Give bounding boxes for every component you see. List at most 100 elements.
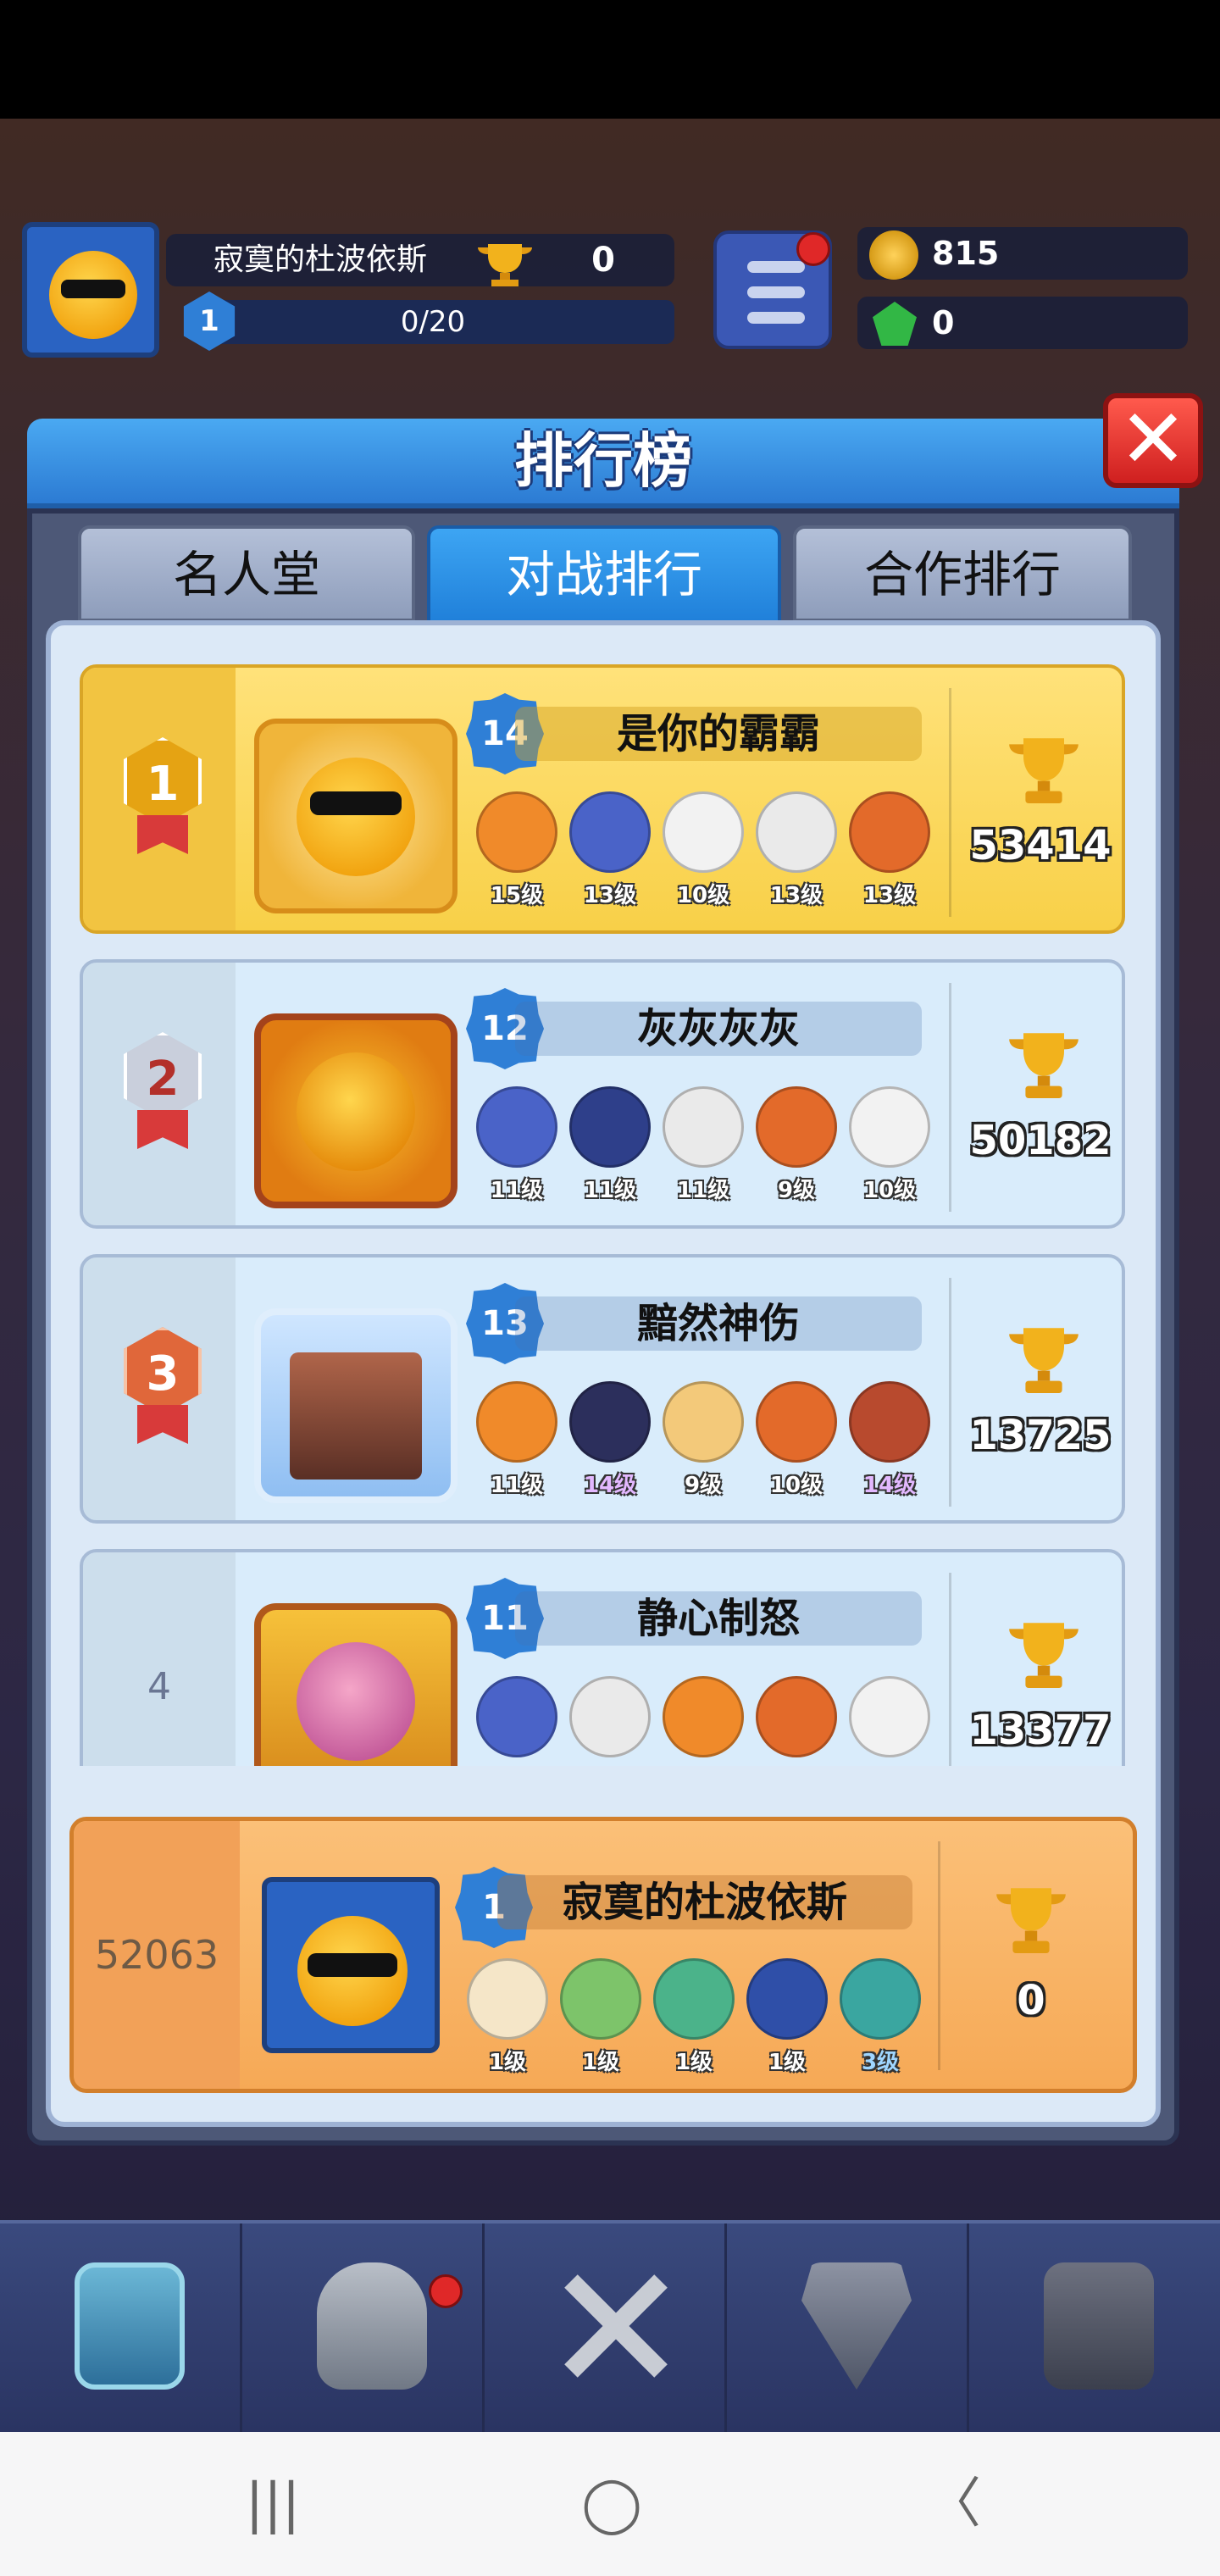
trophy-count: 13725 bbox=[969, 1412, 1112, 1459]
bottom-navigation bbox=[0, 2220, 1220, 2435]
nav-battle[interactable] bbox=[485, 2223, 727, 2435]
avatar[interactable] bbox=[246, 1569, 466, 1766]
hero-level: 10级 bbox=[676, 883, 730, 908]
player-trophy-count: 0 bbox=[591, 241, 615, 280]
avatar[interactable] bbox=[246, 685, 466, 922]
hero-portrait-icon bbox=[849, 1676, 930, 1757]
hero-slot: 14级 bbox=[846, 1381, 934, 1499]
coins-counter[interactable]: 815 bbox=[857, 227, 1188, 280]
player-name: 灰灰灰灰 bbox=[515, 1002, 922, 1056]
helmet-icon bbox=[317, 2262, 427, 2390]
divider bbox=[949, 688, 951, 917]
hero-level: 11级 bbox=[490, 1178, 544, 1203]
nav-heroes[interactable] bbox=[242, 2223, 485, 2435]
close-button[interactable]: ✕ bbox=[1103, 393, 1203, 488]
player-name-bar: 寂寞的杜波依斯 0 bbox=[166, 234, 674, 286]
leaderboard-row[interactable]: 1 14 是你的霸霸 15级 13级 10级 13级 13级 53414 bbox=[80, 664, 1125, 934]
hero-slot: 1级 bbox=[463, 1958, 552, 2076]
trophy-column: 0 bbox=[946, 1821, 1116, 2089]
trophy-column: 53414 bbox=[956, 668, 1125, 930]
tab-coop-ranking[interactable]: 合作排行 bbox=[793, 525, 1132, 622]
hero-portrait-icon bbox=[476, 1676, 557, 1757]
hero-slot: 9级 bbox=[752, 1086, 840, 1204]
hero-portrait-icon bbox=[569, 1086, 651, 1168]
hero-portrait-icon bbox=[569, 791, 651, 873]
my-name: 寂寞的杜波依斯 bbox=[497, 1875, 912, 1929]
hero-lineup: 11级 11级 11级 9级 10级 bbox=[473, 1086, 947, 1205]
hero-portrait-icon bbox=[663, 791, 744, 873]
trophy-icon bbox=[1009, 1623, 1079, 1688]
hero-level: 15级 bbox=[490, 883, 544, 908]
hero-level: 10级 bbox=[769, 1473, 824, 1498]
avatar[interactable] bbox=[246, 980, 466, 1217]
hero-slot: 11级 bbox=[566, 1086, 654, 1204]
coins-value: 815 bbox=[932, 235, 1000, 272]
leaderboard-row[interactable]: 2 12 灰灰灰灰 11级 11级 11级 9级 10级 50182 bbox=[80, 959, 1125, 1229]
leaderboard-title: 排行榜 bbox=[514, 426, 692, 496]
hero-slot: 13级 bbox=[846, 791, 934, 909]
hero-portrait-icon bbox=[746, 1958, 828, 2040]
divider bbox=[949, 983, 951, 1212]
hero-slot: 3级 bbox=[836, 1958, 924, 2076]
notification-dot bbox=[429, 2274, 463, 2308]
leaderboard-list[interactable]: 1 14 是你的霸霸 15级 13级 10级 13级 13级 53414 2 1… bbox=[80, 647, 1130, 1766]
gem-icon bbox=[873, 302, 917, 346]
hero-slot: 1级 bbox=[743, 1958, 831, 2076]
back-button[interactable]: 〈 bbox=[903, 2474, 1005, 2534]
hero-slot bbox=[566, 1676, 654, 1757]
hero-level: 11级 bbox=[490, 1473, 544, 1498]
recent-apps-button[interactable]: ||| bbox=[222, 2474, 324, 2534]
my-leaderboard-entry[interactable]: 52063 1 寂寞的杜波依斯 1级 1级 1级 1级 3级 0 bbox=[69, 1817, 1137, 2093]
notification-dot bbox=[796, 232, 830, 266]
leaderboard-row[interactable]: 4 11 静心制怒 13377 bbox=[80, 1549, 1125, 1766]
hero-level: 14级 bbox=[862, 1473, 917, 1498]
hero-slot: 11级 bbox=[473, 1086, 561, 1204]
hero-slot: 10级 bbox=[752, 1381, 840, 1499]
crown-shield-icon bbox=[801, 2262, 912, 2390]
hero-portrait-icon bbox=[840, 1958, 921, 2040]
bronze-medal-icon: 3 bbox=[114, 1327, 212, 1446]
gems-counter[interactable]: 0 bbox=[857, 297, 1188, 349]
hero-level: 9级 bbox=[777, 1178, 816, 1203]
trophy-column: 13377 bbox=[956, 1552, 1125, 1766]
my-avatar[interactable] bbox=[262, 1877, 440, 2053]
trophy-count: 50182 bbox=[969, 1117, 1112, 1164]
hero-level: 13级 bbox=[862, 883, 917, 908]
hero-slot: 14级 bbox=[566, 1381, 654, 1499]
sprout-icon bbox=[1044, 2262, 1154, 2390]
system-navigation-bar: ||| ◯ 〈 bbox=[0, 2432, 1220, 2576]
xp-bar: 0/20 bbox=[191, 300, 674, 344]
hero-lineup bbox=[473, 1676, 947, 1766]
hero-portrait-icon bbox=[756, 1676, 837, 1757]
divider bbox=[949, 1573, 951, 1766]
nav-garden[interactable] bbox=[969, 2223, 1212, 2435]
hero-slot: 1级 bbox=[650, 1958, 738, 2076]
hero-level: 13级 bbox=[769, 883, 824, 908]
hero-slot: 11级 bbox=[473, 1381, 561, 1499]
leaderboard-row[interactable]: 3 13 黯然神伤 11级 14级 9级 10级 14级 13725 bbox=[80, 1254, 1125, 1524]
avatar-face-icon bbox=[297, 758, 415, 876]
player-name: 黯然神伤 bbox=[515, 1296, 922, 1351]
hero-level: 3级 bbox=[861, 2050, 900, 2075]
player-name: 是你的霸霸 bbox=[515, 707, 922, 761]
tab-hall-of-fame[interactable]: 名人堂 bbox=[78, 525, 415, 622]
sunglasses-icon bbox=[308, 1953, 397, 1977]
hero-portrait-icon bbox=[476, 1086, 557, 1168]
player-profile[interactable]: 寂寞的杜波依斯 0 0/20 1 bbox=[22, 222, 683, 358]
player-avatar[interactable] bbox=[22, 222, 159, 358]
ribbon-icon bbox=[137, 1405, 188, 1444]
trophy-icon bbox=[1009, 1328, 1079, 1393]
avatar[interactable] bbox=[246, 1274, 466, 1512]
hero-lineup: 15级 13级 10级 13级 13级 bbox=[473, 791, 947, 910]
home-button[interactable]: ◯ bbox=[561, 2474, 663, 2534]
hero-slot bbox=[846, 1676, 934, 1757]
ribbon-icon bbox=[137, 1110, 188, 1149]
player-name: 寂寞的杜波依斯 bbox=[214, 242, 428, 277]
hero-portrait-icon bbox=[663, 1676, 744, 1757]
tab-battle-ranking[interactable]: 对战排行 bbox=[427, 525, 781, 627]
hero-slot bbox=[659, 1676, 747, 1757]
nav-chest[interactable] bbox=[0, 2223, 242, 2435]
trophy-column: 50182 bbox=[956, 963, 1125, 1225]
nav-clan[interactable] bbox=[727, 2223, 969, 2435]
hero-portrait-icon bbox=[756, 1086, 837, 1168]
